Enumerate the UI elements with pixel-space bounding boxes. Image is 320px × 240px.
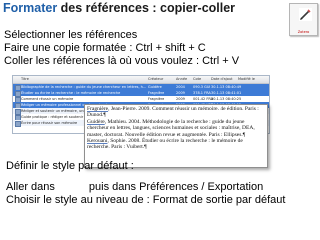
instruction-then: puis dans Préférences / Exportation [88, 181, 264, 193]
column-header-modified[interactable]: Modifié le [238, 76, 255, 83]
page-title: Formater des références : copier-coller [3, 1, 235, 15]
icon-caption: Zotero [297, 30, 310, 34]
instruction-go-to: Aller dans [6, 181, 55, 193]
reference-author: Guidère [87, 118, 105, 125]
instruction-paste: Coller les références là où vous voulez … [4, 55, 240, 67]
reference-author: Kerouani [87, 138, 108, 145]
column-header-date-added[interactable]: Date d'ajout [211, 76, 233, 83]
column-header-creator[interactable]: Créateur [148, 76, 163, 83]
column-header-title[interactable]: Titre [21, 76, 29, 83]
pencil-icon [299, 8, 312, 21]
instruction-copy: Faire une copie formatée : Ctrl + shift … [4, 42, 206, 54]
instruction-preferences: Aller dans puis dans Préférences / Export… [6, 181, 263, 194]
default-style-heading: Définir le style par défaut : [6, 160, 134, 172]
reference-author: Fragnière [87, 106, 109, 112]
title-accent: Formater [3, 1, 58, 15]
list-header: Titre Créateur Année Cote Date d'ajout M… [13, 76, 269, 84]
instruction-output-format: Choisir le style au niveau de : Format d… [6, 194, 286, 206]
reference-text: , Mathieu. 2004. Méthodologie de la rech… [87, 118, 255, 138]
pencil-document-icon: Zotero [289, 3, 318, 36]
column-header-year[interactable]: Année [176, 76, 187, 83]
reference-text: , Sophie. 2008. Étudier ou écrire la rec… [87, 138, 243, 151]
reference-paragraph: Fragnière, Jean-Pierre. 2009. Comment ré… [87, 106, 265, 119]
title-rest: des références : copier-coller [57, 1, 236, 15]
pasted-references-box: Fragnière, Jean-Pierre. 2009. Comment ré… [84, 104, 268, 168]
reference-paragraph: Kerouani, Sophie. 2008. Étudier ou écrir… [87, 138, 265, 151]
reference-text: , Jean-Pierre. 2009. Comment réussir un … [87, 106, 259, 119]
instruction-select: Sélectionner les références [4, 29, 138, 41]
column-header-cote[interactable]: Cote [193, 76, 201, 83]
reference-paragraph: Guidère, Mathieu. 2004. Méthodologie de … [87, 119, 265, 138]
